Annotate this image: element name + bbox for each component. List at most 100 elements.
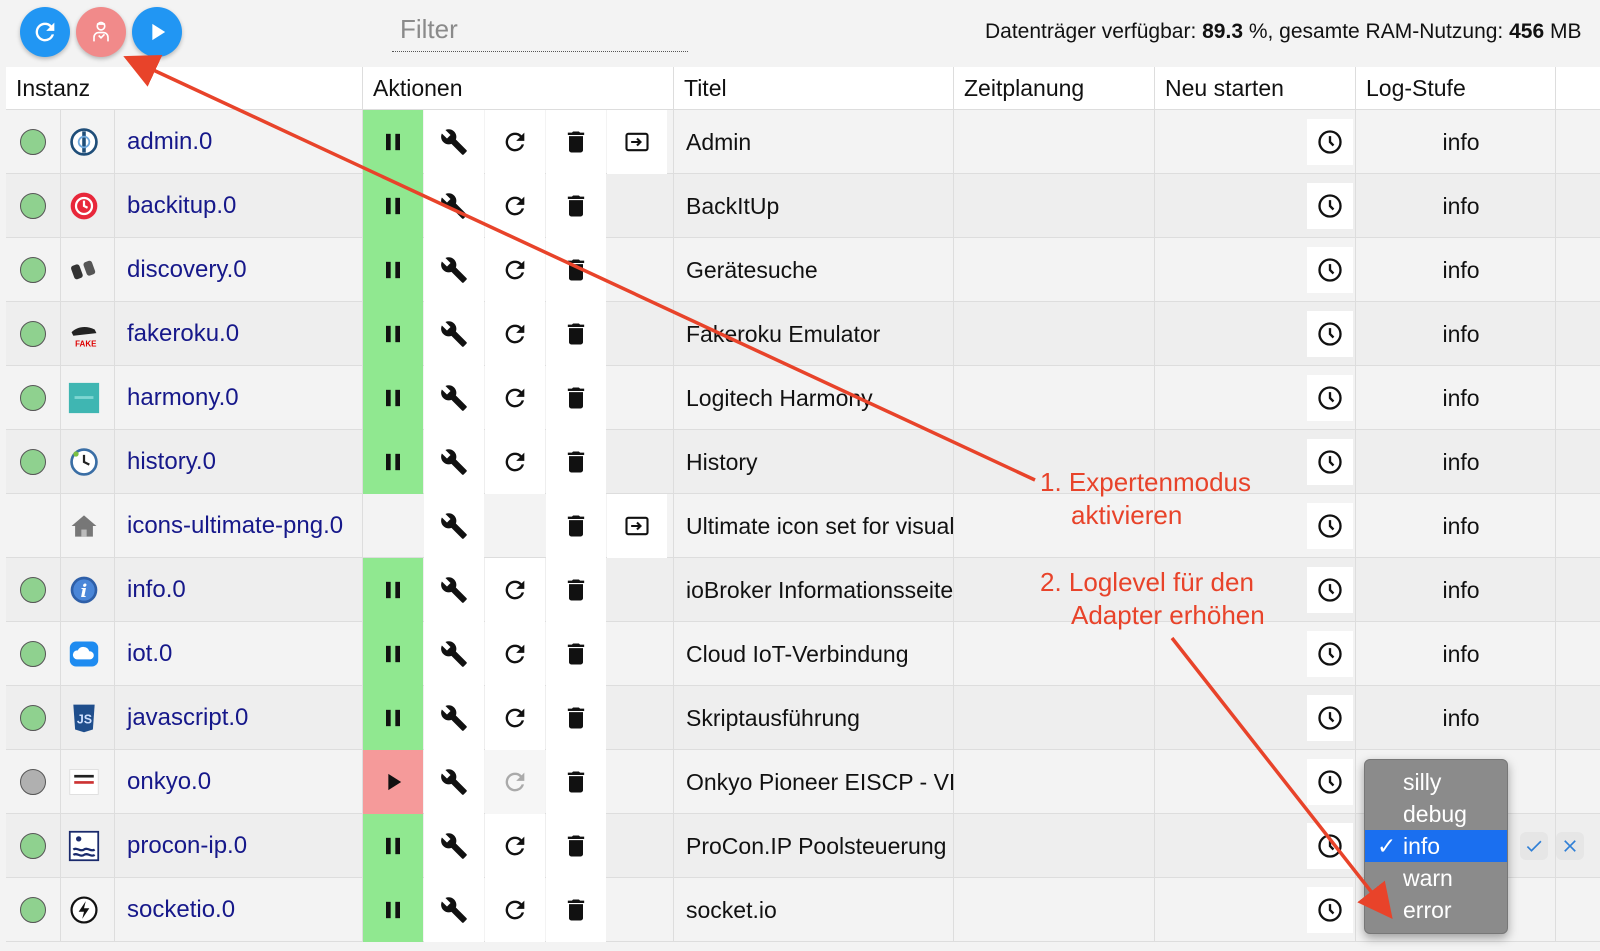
instance-name-link[interactable]: javascript.0 (127, 686, 248, 750)
restart-button[interactable] (485, 750, 545, 814)
loglevel-value[interactable]: info (1411, 238, 1511, 302)
instance-name-link[interactable]: backitup.0 (127, 174, 236, 238)
settings-button[interactable] (424, 174, 484, 238)
restart-schedule-button[interactable] (1307, 631, 1353, 677)
pause-button[interactable] (363, 686, 423, 750)
restart-schedule-button[interactable] (1307, 759, 1353, 805)
column-instanz[interactable]: Instanz (6, 67, 362, 110)
loglevel-dropdown[interactable]: silly debug ✓ info warn error (1364, 759, 1508, 934)
pause-button[interactable] (363, 238, 423, 302)
pause-button[interactable] (363, 878, 423, 942)
restart-button[interactable] (485, 366, 545, 430)
refresh-button[interactable] (20, 7, 70, 57)
delete-button[interactable] (546, 110, 606, 174)
restart-schedule-button[interactable] (1307, 247, 1353, 293)
column-aktionen[interactable]: Aktionen (362, 67, 673, 110)
delete-button[interactable] (546, 494, 606, 558)
column-zeitplanung[interactable]: Zeitplanung (953, 67, 1154, 110)
loglevel-option-error[interactable]: error (1365, 894, 1507, 926)
loglevel-value[interactable]: info (1411, 686, 1511, 750)
pause-button[interactable] (363, 174, 423, 238)
settings-button[interactable] (424, 494, 484, 558)
pause-button[interactable] (363, 366, 423, 430)
loglevel-value[interactable]: info (1411, 174, 1511, 238)
delete-button[interactable] (546, 814, 606, 878)
filter-input[interactable] (392, 8, 688, 52)
instance-name-link[interactable]: icons-ultimate-png.0 (127, 494, 343, 558)
pause-button[interactable] (363, 302, 423, 366)
delete-button[interactable] (546, 366, 606, 430)
loglevel-value[interactable]: info (1411, 430, 1511, 494)
loglevel-value[interactable]: info (1411, 622, 1511, 686)
restart-schedule-button[interactable] (1307, 119, 1353, 165)
restart-button[interactable] (485, 814, 545, 878)
instance-name-link[interactable]: harmony.0 (127, 366, 239, 430)
delete-button[interactable] (546, 174, 606, 238)
pause-button[interactable] (363, 622, 423, 686)
restart-button[interactable] (485, 686, 545, 750)
loglevel-option-info[interactable]: ✓ info (1365, 830, 1507, 862)
settings-button[interactable] (424, 686, 484, 750)
column-neu-starten[interactable]: Neu starten (1154, 67, 1355, 110)
loglevel-option-debug[interactable]: debug (1365, 798, 1507, 830)
loglevel-value[interactable]: info (1411, 110, 1511, 174)
restart-schedule-button[interactable] (1307, 503, 1353, 549)
restart-button[interactable] (485, 238, 545, 302)
start-button[interactable] (363, 750, 423, 814)
delete-button[interactable] (546, 622, 606, 686)
settings-button[interactable] (424, 366, 484, 430)
settings-button[interactable] (424, 750, 484, 814)
settings-button[interactable] (424, 430, 484, 494)
confirm-loglevel-button[interactable] (1520, 832, 1548, 860)
pause-button[interactable] (363, 814, 423, 878)
start-all-button[interactable] (132, 7, 182, 57)
settings-button[interactable] (424, 238, 484, 302)
restart-button[interactable] (485, 878, 545, 942)
settings-button[interactable] (424, 558, 484, 622)
expert-mode-button[interactable] (76, 7, 126, 57)
restart-schedule-button[interactable] (1307, 311, 1353, 357)
restart-button[interactable] (485, 558, 545, 622)
instance-name-link[interactable]: info.0 (127, 558, 186, 622)
open-instance-button[interactable] (607, 110, 667, 174)
settings-button[interactable] (424, 878, 484, 942)
loglevel-option-silly[interactable]: silly (1365, 766, 1507, 798)
instance-name-link[interactable]: admin.0 (127, 110, 212, 174)
column-log-stufe[interactable]: Log-Stufe (1355, 67, 1555, 110)
delete-button[interactable] (546, 686, 606, 750)
loglevel-value[interactable]: info (1411, 302, 1511, 366)
instance-name-link[interactable]: discovery.0 (127, 238, 247, 302)
restart-schedule-button[interactable] (1307, 375, 1353, 421)
delete-button[interactable] (546, 238, 606, 302)
restart-button[interactable] (485, 430, 545, 494)
instance-name-link[interactable]: socketio.0 (127, 878, 235, 942)
restart-button[interactable] (485, 302, 545, 366)
instance-name-link[interactable]: fakeroku.0 (127, 302, 239, 366)
instance-name-link[interactable]: procon-ip.0 (127, 814, 247, 878)
delete-button[interactable] (546, 878, 606, 942)
loglevel-value[interactable]: info (1411, 494, 1511, 558)
loglevel-value[interactable]: info (1411, 366, 1511, 430)
delete-button[interactable] (546, 430, 606, 494)
delete-button[interactable] (546, 302, 606, 366)
restart-schedule-button[interactable] (1307, 183, 1353, 229)
instance-name-link[interactable]: iot.0 (127, 622, 172, 686)
pause-button[interactable] (363, 430, 423, 494)
restart-schedule-button[interactable] (1307, 439, 1353, 485)
open-instance-button[interactable] (607, 494, 667, 558)
restart-schedule-button[interactable] (1307, 567, 1353, 613)
pause-button[interactable] (363, 110, 423, 174)
restart-button[interactable] (485, 174, 545, 238)
settings-button[interactable] (424, 302, 484, 366)
settings-button[interactable] (424, 622, 484, 686)
pause-button[interactable] (363, 558, 423, 622)
restart-button[interactable] (485, 622, 545, 686)
instance-name-link[interactable]: onkyo.0 (127, 750, 211, 814)
loglevel-option-warn[interactable]: warn (1365, 862, 1507, 894)
column-titel[interactable]: Titel (673, 67, 953, 110)
delete-button[interactable] (546, 558, 606, 622)
restart-button[interactable] (485, 110, 545, 174)
loglevel-value[interactable]: info (1411, 558, 1511, 622)
instance-name-link[interactable]: history.0 (127, 430, 216, 494)
restart-schedule-button[interactable] (1307, 823, 1353, 869)
